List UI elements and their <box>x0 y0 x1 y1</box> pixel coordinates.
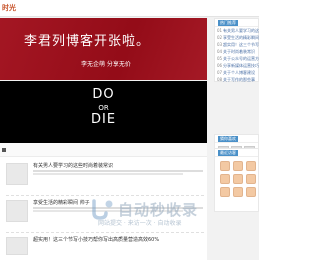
list-item[interactable]: 超实用！这三个节写小技巧帮你写出高质量营造高效60% <box>6 236 204 258</box>
rank-number: 07 <box>217 70 223 75</box>
tab-marker <box>2 148 6 152</box>
ranking-item[interactable]: 07 关于个人博客建设 <box>215 69 258 76</box>
ranking-item[interactable]: 01 有关男人要学习的这些 <box>215 27 259 34</box>
ranking-item[interactable]: 06 分享新媒体运营技巧 <box>215 62 259 69</box>
rank-number: 06 <box>217 63 223 68</box>
banner-line-2: OR <box>98 104 109 112</box>
post-thumbnail[interactable] <box>6 200 28 222</box>
avatar[interactable] <box>220 187 230 197</box>
banner-line-1: DO <box>92 87 115 102</box>
avatar[interactable] <box>233 161 243 171</box>
post-title[interactable]: 有关男人要学习的这些时尚着装常识 <box>33 162 113 169</box>
ranking-item[interactable]: 04 关于时尚着装常识 <box>215 48 258 55</box>
avatar[interactable] <box>246 174 256 184</box>
post-thumbnail[interactable] <box>6 163 28 185</box>
ranking-widget: 热门推荐 01 有关男人要学习的这些 02 享受生活的精彩瞬间 03 超实用！这… <box>214 18 259 82</box>
hero-pattern <box>0 18 207 80</box>
list-item[interactable]: 享受生活的精彩瞬间 帅子 <box>6 199 204 233</box>
post-excerpt <box>33 173 183 175</box>
rank-number: 08 <box>217 77 223 82</box>
rank-number: 04 <box>217 49 223 54</box>
ranking-item[interactable]: 08 关于写作的那些事 <box>215 76 258 83</box>
ranking-item[interactable]: 05 关于公众号的运营方法 <box>215 55 259 62</box>
list-tabbar <box>0 143 207 157</box>
rank-number: 03 <box>217 42 223 47</box>
hero-title: 李君列博客开张啦。 <box>24 34 151 49</box>
motto-banner[interactable]: DO OR DIE <box>0 81 207 143</box>
rank-number: 01 <box>217 28 223 33</box>
widget-title: 热门推荐 <box>218 20 238 26</box>
site-logo[interactable]: 时光 <box>2 3 16 13</box>
rank-number: 05 <box>217 56 223 61</box>
hero-subtitle: 李无企萌 分享无价 <box>81 61 131 68</box>
visitors-widget: 最近访客 <box>214 148 259 212</box>
post-thumbnail[interactable] <box>6 237 28 255</box>
widget-title: 猜你喜欢 <box>218 136 238 142</box>
avatar[interactable] <box>233 187 243 197</box>
rank-number: 02 <box>217 35 223 40</box>
avatar[interactable] <box>246 187 256 197</box>
post-list: 有关男人要学习的这些时尚着装常识 享受生活的精彩瞬间 帅子 超实用！这三个节写小… <box>0 143 207 260</box>
visitor-avatars <box>215 157 258 201</box>
top-header: 时光 <box>0 0 259 17</box>
post-excerpt <box>33 207 203 209</box>
banner-line-3: DIE <box>90 112 117 127</box>
widget-header: 猜你喜欢 <box>215 135 258 143</box>
avatar[interactable] <box>246 161 256 171</box>
widget-title: 最近访客 <box>218 150 238 156</box>
post-title[interactable]: 超实用！这三个节写小技巧帮你写出高质量营造高效60% <box>33 236 159 243</box>
ranking-item[interactable]: 03 超实用！这三个节写小 <box>215 41 259 48</box>
avatar[interactable] <box>220 174 230 184</box>
page: 时光 李君列博客开张啦。 李无企萌 分享无价 DO OR DIE 有关男人要学习… <box>0 0 259 260</box>
avatar[interactable] <box>233 174 243 184</box>
post-excerpt <box>33 210 183 212</box>
ranking-item[interactable]: 02 享受生活的精彩瞬间 <box>215 34 259 41</box>
post-excerpt <box>33 170 203 172</box>
rank-link[interactable]: 关于写作的那些事 <box>223 77 259 83</box>
hero-banner[interactable]: 李君列博客开张啦。 李无企萌 分享无价 <box>0 18 207 80</box>
avatar[interactable] <box>220 161 230 171</box>
post-title[interactable]: 享受生活的精彩瞬间 帅子 <box>33 199 90 206</box>
widget-header: 热门推荐 <box>215 19 258 27</box>
list-item[interactable]: 有关男人要学习的这些时尚着装常识 <box>6 162 204 196</box>
widget-header: 最近访客 <box>215 149 258 157</box>
